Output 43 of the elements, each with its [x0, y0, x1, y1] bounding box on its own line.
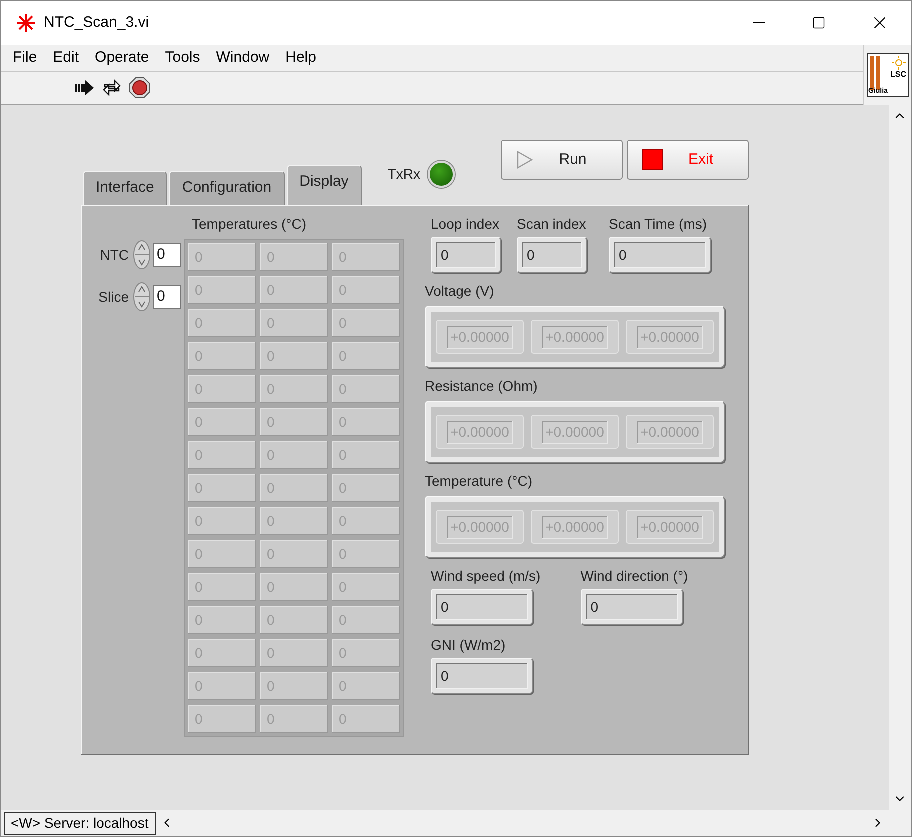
index-field[interactable]: 0	[153, 243, 181, 267]
menu-item[interactable]: Tools	[157, 46, 208, 70]
stop-square-icon	[642, 149, 664, 171]
indicator-label: Scan index	[517, 215, 586, 234]
indicator-label: Wind speed (m/s)	[431, 567, 541, 586]
indicator-label: Loop index	[431, 215, 500, 234]
status-text: <W> Server: localhost	[4, 812, 156, 834]
menu-item[interactable]: Help	[278, 46, 324, 70]
play-icon	[516, 150, 534, 170]
index-label: Slice	[98, 288, 130, 306]
run-arrow-icon[interactable]	[73, 79, 95, 97]
menu-item[interactable]: Edit	[45, 46, 88, 70]
tab[interactable]: Interface	[83, 171, 168, 205]
index-field[interactable]: 0	[153, 285, 181, 309]
numeric-indicator: 0	[609, 237, 711, 273]
increment-decrement-icon[interactable]	[133, 240, 151, 270]
numeric-indicator: 0	[580, 589, 683, 625]
array-label: Temperature (°C)	[425, 472, 533, 491]
index-label: NTC	[99, 246, 130, 264]
menu-item[interactable]: Operate	[87, 46, 158, 70]
numeric-indicator: 0	[431, 237, 501, 273]
menu-item[interactable]: Window	[208, 46, 278, 70]
run-continuous-icon[interactable]	[101, 78, 123, 98]
app-icon	[16, 13, 36, 33]
window-title: NTC_Scan_3.vi	[44, 12, 150, 33]
maximize-icon	[812, 16, 826, 30]
array-label: Temperatures (°C)	[191, 215, 308, 234]
numeric-indicator: 0	[431, 658, 533, 694]
array-label: Voltage (V)	[425, 282, 494, 301]
array-label: Resistance (Ohm)	[425, 377, 538, 396]
menu-item[interactable]: File	[5, 46, 46, 70]
numeric-indicator: 0	[431, 589, 533, 625]
tab[interactable]: Display	[286, 165, 362, 205]
indicator-label: Wind direction (°)	[580, 567, 688, 586]
minimize-icon	[753, 22, 765, 24]
increment-decrement-icon[interactable]	[133, 282, 151, 312]
indicator-label: Scan Time (ms)	[609, 215, 708, 234]
indicator-label: GNI (W/m2)	[431, 636, 506, 655]
run-button[interactable]: Run	[501, 140, 623, 180]
abort-stop-icon[interactable]	[129, 77, 151, 99]
txrx-label: TxRx	[388, 165, 420, 184]
numeric-indicator: 0	[517, 237, 587, 273]
tab[interactable]: Configuration	[169, 171, 285, 205]
